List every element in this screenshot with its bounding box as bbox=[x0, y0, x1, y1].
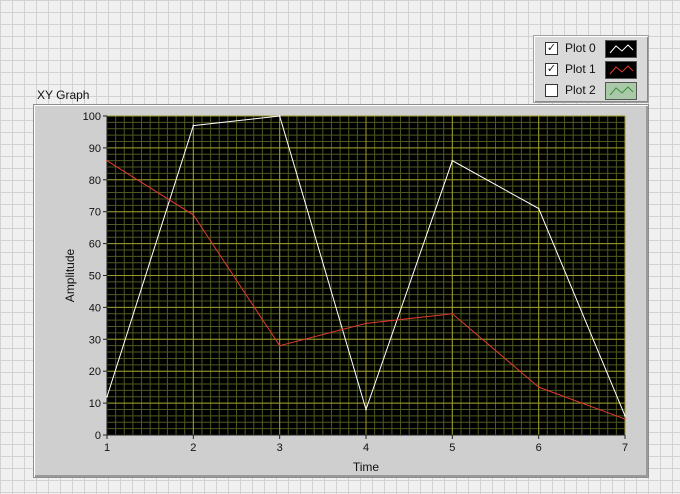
plot-0-line-swatch-icon[interactable] bbox=[605, 40, 637, 58]
grid bbox=[106, 115, 626, 436]
data-point bbox=[537, 207, 540, 210]
y-tick-label: 100 bbox=[83, 111, 101, 123]
x-tick-label: 6 bbox=[536, 442, 542, 454]
plot-2-line-swatch-icon[interactable] bbox=[605, 82, 637, 100]
data-point bbox=[106, 159, 108, 162]
data-point bbox=[278, 115, 281, 117]
data-point bbox=[106, 395, 108, 398]
x-tick-label: 7 bbox=[622, 442, 628, 454]
y-tick-label: 0 bbox=[95, 430, 101, 442]
x-tick-label: 5 bbox=[449, 442, 455, 454]
legend-item-plot-0[interactable]: ✓ Plot 0 bbox=[534, 38, 648, 60]
data-point bbox=[451, 312, 454, 315]
y-tick-label: 80 bbox=[89, 175, 101, 187]
y-tick-label: 30 bbox=[89, 334, 101, 346]
data-point bbox=[278, 344, 281, 347]
plot-1-visible-checkbox[interactable]: ✓ bbox=[545, 63, 558, 76]
x-tick-label: 1 bbox=[104, 442, 110, 454]
data-point bbox=[365, 408, 367, 411]
y-tick-label: 10 bbox=[89, 398, 101, 410]
x-tick-label: 3 bbox=[277, 442, 283, 454]
y-tick-label: 20 bbox=[89, 366, 101, 378]
x-tick-label: 2 bbox=[190, 442, 196, 454]
y-axis-title: Amplitude bbox=[63, 249, 77, 303]
data-point bbox=[365, 322, 367, 325]
data-point bbox=[624, 415, 626, 417]
legend-label: Plot 2 bbox=[565, 83, 596, 97]
data-point bbox=[192, 124, 195, 127]
legend-label: Plot 1 bbox=[565, 62, 596, 76]
xy-graph[interactable]: 1 2 3 4 5 6 7 0 10 20 30 40 50 60 70 80 90 100 Time Amplitu… bbox=[33, 104, 649, 478]
data-point bbox=[451, 159, 454, 162]
data-point bbox=[624, 418, 626, 420]
y-tick-label: 50 bbox=[89, 271, 101, 283]
xy-graph-plot[interactable]: 1 2 3 4 5 6 70102030405060708090100TimeAmplitu… bbox=[34, 105, 648, 477]
x-axis-title: Time bbox=[353, 460, 380, 474]
legend-label: Plot 0 bbox=[565, 41, 596, 55]
y-tick-label: 90 bbox=[89, 143, 101, 155]
y-tick-label: 70 bbox=[89, 207, 101, 219]
legend-item-plot-2[interactable]: Plot 2 bbox=[534, 80, 648, 102]
plot-0-visible-checkbox[interactable]: ✓ bbox=[545, 42, 558, 55]
data-point bbox=[192, 214, 195, 216]
x-tick-label: 4 bbox=[363, 442, 369, 454]
y-tick-label: 60 bbox=[89, 239, 101, 251]
plot-2-visible-checkbox[interactable] bbox=[545, 84, 558, 97]
plot-1-line-swatch-icon[interactable] bbox=[605, 61, 637, 79]
data-point bbox=[537, 386, 540, 388]
graph-title: XY Graph bbox=[37, 88, 90, 102]
plot-legend: ✓ Plot 0 ✓ Plot 1 Plot 2 bbox=[533, 35, 649, 103]
legend-item-plot-1[interactable]: ✓ Plot 1 bbox=[534, 59, 648, 81]
y-tick-label: 40 bbox=[89, 302, 101, 314]
